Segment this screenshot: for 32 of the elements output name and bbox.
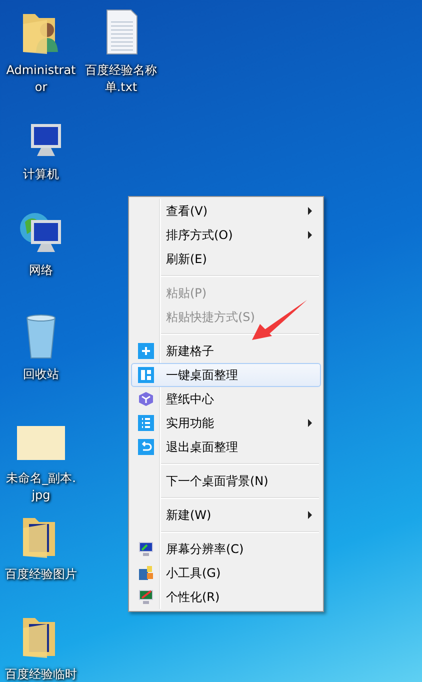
menu-item[interactable]: 下一个桌面背景(N): [131, 469, 321, 493]
menu-item[interactable]: 新建格子: [131, 339, 321, 363]
menu-item[interactable]: 排序方式(O): [131, 223, 321, 247]
gadgets-icon: [138, 565, 154, 581]
list-icon: [138, 415, 154, 431]
desktop-icon-label[interactable]: 百度经验名称单.txt: [85, 62, 157, 96]
submenu-arrow-icon: [308, 207, 312, 215]
arrow-annotation: [252, 300, 307, 340]
menu-item[interactable]: 壁纸中心: [131, 387, 321, 411]
menu-item[interactable]: 小工具(G): [131, 561, 321, 585]
submenu-arrow-icon: [308, 511, 312, 519]
submenu-arrow-icon: [308, 419, 312, 427]
desktop-icon-label[interactable]: 回收站: [5, 366, 77, 383]
monitor-icon: [138, 541, 154, 557]
menu-item[interactable]: 个性化(R): [131, 585, 321, 609]
layout-icon: [138, 367, 154, 383]
menu-item[interactable]: 退出桌面整理: [131, 435, 321, 459]
menu-item[interactable]: 屏幕分辨率(C): [131, 537, 321, 561]
desktop-icon-label[interactable]: Administrator: [5, 62, 77, 96]
menu-item[interactable]: 一键桌面整理: [131, 363, 321, 387]
menu-item[interactable]: 查看(V): [131, 199, 321, 223]
submenu-arrow-icon: [308, 231, 312, 239]
menu-item[interactable]: 实用功能: [131, 411, 321, 435]
plus-icon: [138, 343, 154, 359]
menu-item[interactable]: 刷新(E): [131, 247, 321, 271]
monitor-brush-icon: [138, 589, 154, 605]
menu-item[interactable]: 新建(W): [131, 503, 321, 527]
desktop-icon-label[interactable]: 网络: [5, 262, 77, 279]
cube-icon: [138, 391, 154, 407]
desktop-icon-label[interactable]: 未命名_副本.jpg: [5, 470, 77, 504]
undo-icon: [138, 439, 154, 455]
desktop-icon-label[interactable]: 计算机: [5, 166, 77, 183]
